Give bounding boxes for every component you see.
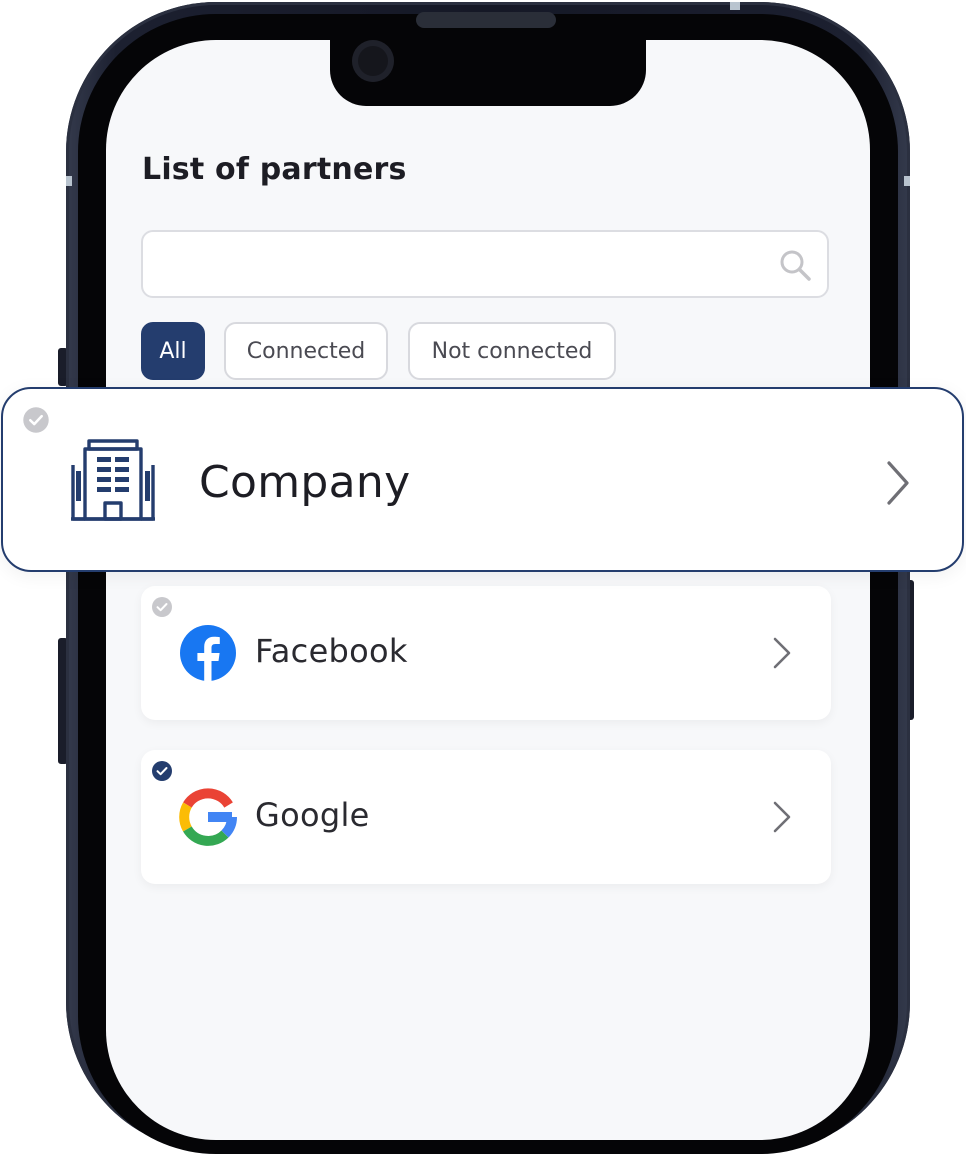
antenna-band <box>904 176 910 186</box>
partner-name: Facebook <box>255 632 408 670</box>
search-input[interactable] <box>159 244 763 286</box>
partner-name: Company <box>199 457 411 508</box>
not-connected-check-icon <box>22 406 50 434</box>
filter-chip-connected[interactable]: Connected <box>224 322 388 380</box>
partner-card-company[interactable]: Company <box>1 387 964 572</box>
page-title: List of partners <box>142 152 407 187</box>
partner-card-facebook[interactable]: Facebook <box>141 586 831 720</box>
search-box[interactable] <box>141 230 829 298</box>
speaker-grille <box>416 12 556 28</box>
filter-chip-all[interactable]: All <box>141 322 205 380</box>
chevron-right-icon[interactable] <box>771 636 793 670</box>
partner-name: Google <box>255 796 370 834</box>
filter-chip-not-connected[interactable]: Not connected <box>408 322 616 380</box>
chevron-right-icon[interactable] <box>771 800 793 834</box>
antenna-band <box>66 176 72 186</box>
partner-card-google[interactable]: Google <box>141 750 831 884</box>
connected-check-icon <box>151 760 173 782</box>
search-icon[interactable] <box>777 247 813 283</box>
chevron-right-icon[interactable] <box>884 459 912 507</box>
google-logo-icon <box>179 788 237 846</box>
front-camera <box>352 40 394 82</box>
antenna-band <box>730 2 740 10</box>
facebook-logo-icon <box>180 625 236 682</box>
building-icon <box>71 439 155 521</box>
not-connected-check-icon <box>151 596 173 618</box>
